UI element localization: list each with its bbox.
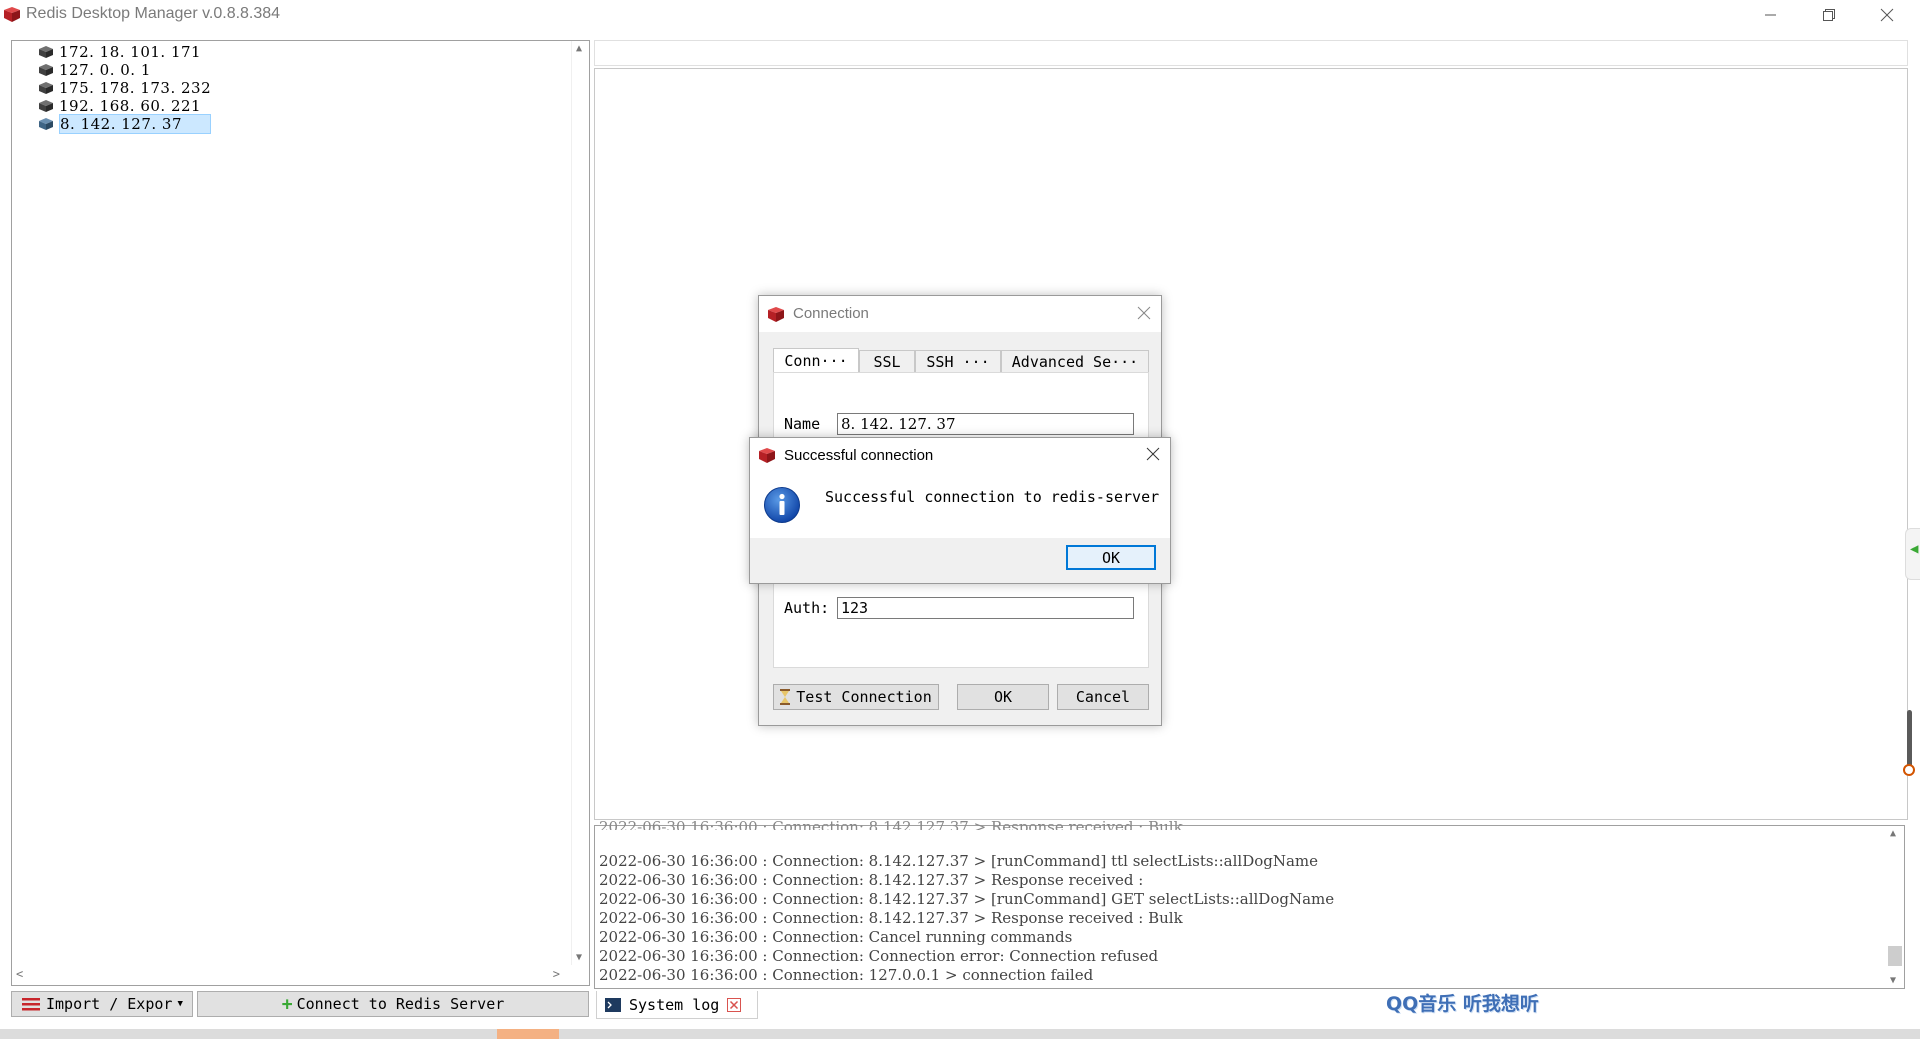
scroll-down-icon[interactable]: ▼	[576, 952, 582, 963]
server-item[interactable]: 175. 178. 173. 232	[39, 79, 217, 97]
scroll-up-icon[interactable]: ▲	[1890, 828, 1896, 839]
tree-vertical-scrollbar[interactable]: ▲ ▼	[571, 41, 589, 965]
close-tab-icon[interactable]	[727, 997, 742, 1012]
system-log-label: System log	[629, 995, 720, 1014]
server-icon	[39, 64, 53, 76]
connection-dialog-title: Connection	[793, 305, 869, 322]
server-icon	[39, 100, 53, 112]
scroll-thumb[interactable]	[1888, 946, 1902, 966]
server-label: 175. 178. 173. 232	[59, 79, 212, 97]
log-line: 2022-06-30 16:36:00 : Connection: Connec…	[599, 947, 1159, 965]
watermark-text: QQ音乐 听我想听	[1386, 993, 1539, 1015]
server-label: 127. 0. 0. 1	[59, 61, 151, 79]
taskbar-strip	[0, 1029, 1920, 1039]
connection-ok-button[interactable]: OK	[957, 684, 1049, 710]
log-line: 2022-06-30 16:36:00 : Connection: Cancel…	[599, 928, 1073, 946]
message-text: Successful connection to redis-server	[825, 488, 1160, 506]
log-line: 2022-06-30 16:36:00 : Connection: 8.142.…	[599, 871, 1144, 889]
hourglass-icon	[780, 689, 791, 705]
log-vertical-scrollbar[interactable]: ▲ ▼	[1886, 826, 1904, 988]
side-panel-handle[interactable]: ◀	[1905, 528, 1920, 580]
import-export-label: Import / Expor	[46, 995, 173, 1013]
message-ok-button[interactable]: OK	[1066, 545, 1156, 570]
server-item[interactable]: 172. 18. 101. 171	[39, 43, 207, 61]
taskbar-highlight	[497, 1029, 559, 1039]
log-line: 2022-06-30 16:36:00 : Connection: 8.142.…	[599, 909, 1183, 927]
volume-slider[interactable]	[1907, 710, 1912, 772]
name-input[interactable]: 8. 142. 127. 37	[837, 413, 1134, 435]
connect-server-label: Connect to Redis Server	[296, 995, 505, 1013]
server-label: 192. 168. 60. 221	[59, 97, 202, 115]
redis-logo-icon	[759, 448, 775, 463]
import-export-button[interactable]: Import / Expor ▼	[11, 991, 193, 1017]
scroll-left-icon[interactable]: <	[16, 967, 23, 981]
restore-button[interactable]	[1801, 0, 1857, 30]
connect-server-button[interactable]: + Connect to Redis Server	[197, 991, 589, 1017]
tab-ssl[interactable]: SSL	[859, 350, 915, 372]
connection-dialog-header: Connection	[759, 296, 1161, 332]
minimize-button[interactable]	[1743, 0, 1799, 30]
add-icon: +	[281, 993, 293, 1015]
menu-icon	[22, 998, 40, 1011]
test-connection-label: Test Connection	[796, 688, 932, 706]
system-log-panel[interactable]: 2022-06-30 16:36:00 : Connection: 8.142.…	[594, 818, 1905, 989]
close-icon[interactable]	[1137, 306, 1151, 320]
server-item[interactable]: 192. 168. 60. 221	[39, 97, 207, 115]
scroll-right-icon[interactable]: >	[553, 967, 560, 981]
server-icon	[39, 118, 53, 130]
title-bar: Redis Desktop Manager v.0.8.8.384	[0, 0, 1920, 30]
close-icon[interactable]	[1146, 447, 1160, 461]
redis-logo-icon	[768, 307, 784, 322]
close-icon	[1880, 8, 1894, 22]
dropdown-arrow-icon: ▼	[177, 999, 183, 1009]
restore-icon	[1823, 9, 1835, 21]
name-label: Name	[784, 415, 821, 433]
server-tree[interactable]: 172. 18. 101. 171 127. 0. 0. 1 175. 178.…	[11, 40, 590, 986]
server-item[interactable]: 127. 0. 0. 1	[39, 61, 157, 79]
connection-cancel-button[interactable]: Cancel	[1057, 684, 1149, 710]
server-icon	[39, 82, 53, 94]
connection-tabs: Conn··· SSL SSH ··· Advanced Se···	[773, 348, 1149, 374]
server-icon	[39, 46, 53, 58]
tab-connection[interactable]: Conn···	[773, 348, 859, 372]
minimize-icon	[1765, 14, 1776, 16]
tab-advanced[interactable]: Advanced Se···	[1001, 350, 1149, 372]
log-line-partial: 2022-06-30 16:36:00 : Connection: 8.142.…	[599, 818, 1183, 830]
success-message-box: Successful connection Successful connect…	[749, 437, 1171, 584]
auth-input[interactable]: 123	[837, 597, 1134, 619]
tree-horizontal-scrollbar[interactable]: < >	[12, 965, 572, 985]
close-window-button[interactable]	[1859, 0, 1915, 30]
scroll-down-icon[interactable]: ▼	[1890, 975, 1896, 986]
log-line: 2022-06-30 16:36:00 : Connection: 8.142.…	[599, 852, 1319, 870]
arrow-left-icon: ◀	[1910, 541, 1919, 557]
redis-logo-icon	[4, 7, 20, 22]
auth-label: Auth:	[784, 599, 830, 617]
window-title: Redis Desktop Manager v.0.8.8.384	[26, 5, 281, 22]
slider-knob[interactable]	[1903, 764, 1915, 776]
system-log-tab[interactable]: System log	[596, 991, 758, 1019]
terminal-icon	[605, 997, 621, 1012]
tab-ssh[interactable]: SSH ···	[915, 350, 1001, 372]
info-icon	[764, 487, 800, 523]
test-connection-button[interactable]: Test Connection	[773, 684, 939, 710]
log-line: 2022-06-30 16:36:00 : Connection: 8.142.…	[599, 890, 1335, 908]
server-label: 8. 142. 127. 37	[59, 114, 211, 134]
scroll-up-icon[interactable]: ▲	[576, 43, 582, 54]
server-item-selected[interactable]: 8. 142. 127. 37	[39, 114, 211, 134]
server-label: 172. 18. 101. 171	[59, 43, 202, 61]
message-box-title: Successful connection	[784, 447, 934, 464]
tab-bar	[594, 40, 1908, 66]
log-line: 2022-06-30 16:36:00 : Connection: 127.0.…	[599, 966, 1094, 984]
